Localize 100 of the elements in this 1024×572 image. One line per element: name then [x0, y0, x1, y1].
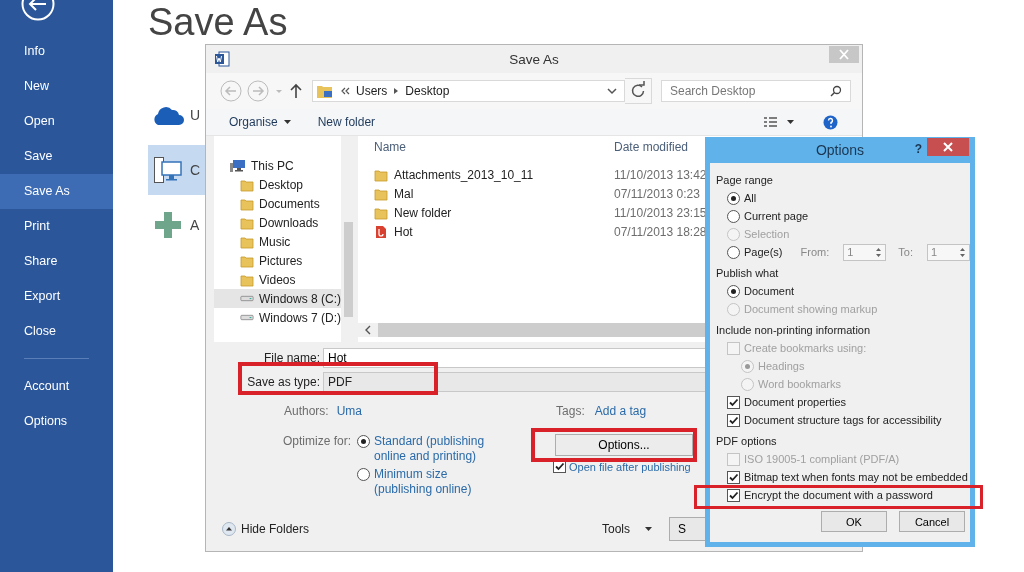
checkbox-label: Document structure tags for accessibility — [744, 414, 942, 426]
dialog-button[interactable]: Cancel — [899, 511, 965, 532]
folder-tree-item[interactable]: Windows 7 (D:) — [214, 308, 341, 327]
folder-icon — [240, 272, 254, 287]
folder-tree-item[interactable]: Pictures — [214, 251, 341, 270]
folder-tree-item[interactable]: Music — [214, 232, 341, 251]
up-arrow-icon[interactable] — [289, 83, 303, 99]
menu-item[interactable]: Save As — [0, 174, 113, 209]
folder-icon — [374, 205, 388, 220]
checkbox-label: Open file after publishing — [569, 460, 691, 473]
folder-tree-item[interactable]: Documents — [214, 194, 341, 213]
checkbox[interactable] — [727, 395, 740, 409]
scrollbar[interactable] — [341, 136, 356, 342]
radio-label: Word bookmarks — [758, 378, 841, 390]
radio-label: Current page — [744, 210, 809, 222]
radio-button[interactable] — [727, 285, 740, 298]
new-folder-button[interactable]: New folder — [317, 115, 376, 129]
collapse-icon — [222, 521, 236, 536]
column-header[interactable]: Name — [358, 140, 614, 154]
caret-icon — [644, 525, 653, 532]
place-item[interactable]: U — [148, 90, 212, 140]
to-label: To: — [898, 246, 913, 258]
search-field[interactable]: Search Desktop — [661, 80, 851, 102]
radio-label: Minimum size (publishing online) — [374, 467, 473, 497]
dialog-title: Options — [815, 142, 865, 158]
radio-label: Document showing markup — [744, 303, 878, 315]
pdf-file-icon — [374, 224, 388, 239]
help-icon[interactable] — [823, 114, 838, 130]
spin-arrows-icon[interactable] — [875, 246, 883, 258]
dialog-title: Save As — [508, 51, 560, 67]
help-button[interactable]: ? — [914, 142, 922, 156]
field-label: File name: — [262, 351, 321, 365]
breadcrumb[interactable]: Desktop — [405, 84, 450, 98]
menu-item[interactable]: Export — [0, 279, 113, 314]
radio-button[interactable] — [727, 246, 740, 259]
chevrons-icon — [340, 87, 350, 95]
folder-tree-item[interactable]: Downloads — [214, 213, 341, 232]
folder-icon — [240, 177, 254, 192]
radio-label: Page(s) — [744, 246, 783, 258]
radio-button[interactable] — [727, 192, 740, 205]
view-options-icon[interactable] — [763, 116, 795, 128]
menu-item[interactable]: Account — [0, 369, 113, 404]
refresh-icon[interactable] — [625, 78, 652, 104]
field-label: Authors: — [284, 404, 329, 418]
checkbox[interactable] — [727, 470, 740, 484]
drive-icon — [240, 314, 254, 321]
folder-tree-item[interactable]: Windows 8 (C:) — [214, 289, 341, 308]
folder-icon — [374, 167, 388, 182]
checkbox[interactable] — [727, 413, 740, 427]
column-header[interactable]: Date modified — [614, 140, 689, 154]
folder-tree-item[interactable]: Videos — [214, 270, 341, 289]
folder-tree-item[interactable]: Desktop — [214, 175, 341, 194]
breadcrumb[interactable]: Users — [356, 84, 388, 98]
close-icon[interactable] — [927, 138, 969, 156]
folder-icon — [240, 215, 254, 230]
checkbox[interactable] — [727, 488, 740, 502]
folder-tree-item[interactable]: This PC — [214, 156, 341, 175]
options-button[interactable]: Options... — [555, 434, 693, 456]
add-tag-link[interactable]: Add a tag — [594, 404, 647, 418]
radio-label: Standard (publishing online and printing) — [374, 434, 486, 464]
dialog-button[interactable]: OK — [821, 511, 887, 532]
address-bar[interactable]: Users Desktop — [312, 80, 625, 102]
group-title: Publish what — [716, 266, 780, 281]
menu-item[interactable]: Open — [0, 104, 113, 139]
checkbox-label: Bitmap text when fonts may not be embedded — [744, 471, 968, 483]
folder-icon — [240, 234, 254, 249]
folder-icon — [240, 196, 254, 211]
menu-item[interactable]: New — [0, 69, 113, 104]
page-heading: Save As — [148, 2, 289, 42]
menu-item[interactable]: Info — [0, 34, 113, 69]
field-label: Tags: — [556, 404, 585, 418]
menu-item[interactable]: Print — [0, 209, 113, 244]
hide-folders-button[interactable]: Hide Folders — [222, 521, 310, 536]
menu-item[interactable]: Options — [0, 404, 113, 439]
spin-field[interactable]: 1 — [926, 243, 970, 261]
radio-button[interactable] — [357, 468, 370, 481]
place-item[interactable]: A — [148, 200, 212, 250]
word-icon — [214, 51, 230, 67]
organise-button[interactable]: Organise — [229, 115, 292, 129]
radio-button[interactable] — [727, 210, 740, 223]
group-title: Include non-printing information — [716, 323, 872, 338]
menu-item[interactable]: Share — [0, 244, 113, 279]
cloud-icon — [152, 105, 184, 125]
folder-icon — [374, 186, 388, 201]
spin-arrows-icon[interactable] — [959, 246, 966, 258]
menu-item[interactable]: Save — [0, 139, 113, 174]
plus-icon — [155, 212, 181, 238]
tools-button[interactable]: Tools — [602, 521, 653, 536]
search-icon — [830, 85, 842, 97]
field-label: Save as type: — [246, 375, 321, 389]
computer-icon — [230, 158, 246, 173]
radio-button[interactable] — [357, 435, 370, 448]
computer-icon — [154, 157, 182, 183]
checkbox-label: Encrypt the document with a password — [744, 489, 933, 501]
authors-value[interactable]: Uma — [336, 404, 363, 418]
folder-icon — [240, 253, 254, 268]
menu-item[interactable]: Close — [0, 314, 113, 349]
group-title: Page range — [716, 173, 774, 188]
checkbox-label: ISO 19005-1 compliant (PDF/A) — [744, 453, 900, 465]
field-label: Optimize for: — [283, 434, 351, 450]
